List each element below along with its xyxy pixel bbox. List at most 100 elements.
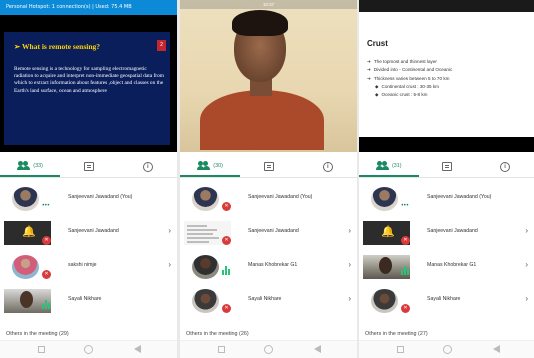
avatar: ✕ [363, 289, 410, 313]
audio-level-icon [401, 265, 410, 275]
status-bar [359, 0, 534, 12]
mic-muted-icon: ✕ [222, 202, 231, 211]
shared-screen[interactable]: ➢ What is remote sensing? 2 Remote sensi… [0, 15, 177, 152]
mic-muted-icon: ✕ [401, 304, 410, 313]
slide-title: ➢ What is remote sensing? [14, 42, 101, 51]
participant-row[interactable]: ••• Sanjeevani Jawadand (You) [359, 185, 534, 213]
tab-people[interactable]: (30) [180, 156, 241, 177]
bullet-item: ➔ The topmost and thinnest layer [367, 59, 437, 64]
chevron-right-icon[interactable]: › [168, 226, 171, 235]
avatar-photo [12, 255, 39, 279]
participant-name: Sanjeevani Jawadand [68, 228, 119, 234]
meeting-screen-3: Crust ➔ The topmost and thinnest layer ➔ D… [359, 0, 534, 358]
participant-row[interactable]: ✕ sakshi nimje › [0, 253, 177, 281]
chevron-right-icon[interactable]: › [525, 294, 528, 303]
android-nav-bar [359, 340, 534, 358]
participant-name: Sanjeevani Jawadand (You) [427, 194, 492, 200]
bell-icon: 🔔 [22, 226, 36, 238]
audio-level-icon [222, 265, 231, 275]
avatar: 🔔 ✕ [363, 221, 410, 245]
avatar [184, 255, 231, 279]
avatar [4, 289, 51, 313]
people-icon [375, 161, 389, 170]
participant-row[interactable]: ✕ Sanjeevani Jawadand (You) [180, 185, 357, 213]
shared-screen[interactable]: Crust ➔ The topmost and thinnest layer ➔ D… [359, 0, 534, 152]
others-in-meeting[interactable]: Others in the meeting (29) [6, 331, 69, 337]
participant-name: Manas Khobrekar G1 [248, 262, 298, 268]
chat-icon [84, 162, 95, 171]
avatar: ✕ [184, 289, 231, 313]
participant-name: Sayali Nikhare [427, 296, 461, 302]
android-nav-bar [0, 340, 177, 358]
others-in-meeting[interactable]: Others in the meeting (27) [365, 331, 428, 337]
mic-muted-icon: ✕ [42, 270, 51, 279]
chevron-right-icon[interactable]: › [525, 226, 528, 235]
mic-muted-icon: ✕ [401, 236, 410, 245]
back-icon[interactable] [493, 345, 500, 353]
meeting-screen-1: Personal Hotspot: 1 connection(s) | Used… [0, 0, 177, 358]
participant-row[interactable]: Sayali Nikhare [0, 287, 177, 315]
status-bar: 10:37 [180, 0, 357, 9]
participant-name: sakshi nimje [68, 262, 97, 268]
back-icon[interactable] [314, 345, 321, 353]
participant-row[interactable]: Manas Khobrekar G1 › [180, 253, 357, 281]
avatar-photo [192, 289, 219, 313]
meeting-screen-2: 10:37 (30) i ✕ Sanjeevani Jawadand (You)… [180, 0, 357, 358]
mic-muted-icon: ✕ [222, 304, 231, 313]
chat-icon [264, 162, 275, 171]
bell-icon: 🔔 [381, 226, 395, 238]
chevron-right-icon[interactable]: › [348, 294, 351, 303]
tab-info[interactable]: i [119, 156, 177, 177]
bullet-item: ➔ Thickness varies between 5 to 70 km [367, 75, 450, 81]
participant-row[interactable]: 🔔 ✕ Sanjeevani Jawadand › [0, 219, 177, 247]
participant-row[interactable]: ✕ Sayali Nikhare › [359, 287, 534, 315]
chevron-right-icon[interactable]: › [168, 260, 171, 269]
participant-name: Sayali Nikhare [248, 296, 282, 302]
tab-chat[interactable] [419, 156, 477, 177]
participant-name: Sanjeevani Jawadand [248, 228, 299, 234]
people-icon [197, 161, 211, 170]
chevron-right-icon[interactable]: › [348, 260, 351, 269]
tab-info[interactable]: i [299, 156, 357, 177]
participant-row[interactable]: 🔔 ✕ Sanjeevani Jawadand › [359, 219, 534, 247]
sub-bullet-item: ◆ Continental crust : 30-35 km [375, 83, 439, 89]
people-count: (31) [391, 162, 402, 169]
hotspot-status-text: Personal Hotspot: 1 connection(s) | Used… [6, 4, 132, 10]
participant-row[interactable]: ✕ Sanjeevani Jawadand › [180, 219, 357, 247]
others-in-meeting[interactable]: Others in the meeting (26) [186, 331, 249, 337]
participant-row[interactable]: ••• Sanjeevani Jawadand (You) [0, 185, 177, 213]
info-icon: i [500, 161, 511, 172]
tab-chat[interactable] [240, 156, 298, 177]
info-icon: i [142, 161, 153, 172]
avatar: ••• [363, 187, 410, 211]
avatar: ••• [4, 187, 51, 211]
avatar-photo [371, 187, 398, 211]
participant-row[interactable]: Manas Khobrekar G1 › [359, 253, 534, 281]
back-icon[interactable] [134, 345, 141, 353]
tab-chat[interactable] [60, 156, 118, 177]
recents-icon[interactable] [397, 346, 404, 353]
home-icon[interactable] [264, 345, 273, 354]
recents-icon[interactable] [218, 346, 225, 353]
chevron-right-icon[interactable]: › [525, 260, 528, 269]
participant-name: Sayali Nikhare [68, 296, 102, 302]
tab-people[interactable]: (31) [359, 156, 419, 177]
home-icon[interactable] [84, 345, 93, 354]
participant-row[interactable]: ✕ Sayali Nikhare › [180, 287, 357, 315]
tab-info[interactable]: i [476, 156, 534, 177]
avatar [363, 255, 410, 279]
avatar-photo [192, 255, 219, 279]
chat-icon [442, 162, 453, 171]
recents-icon[interactable] [38, 346, 45, 353]
mic-muted-icon: ✕ [222, 236, 231, 245]
sub-bullet-item: ◆ Oceanic crust : 5-8 km [375, 92, 428, 98]
avatar: ✕ [4, 255, 51, 279]
home-icon[interactable] [443, 345, 452, 354]
slide-body: Remote sensing is a technology for sampl… [14, 66, 164, 94]
chevron-right-icon[interactable]: › [348, 226, 351, 235]
participant-name: Sanjeevani Jawadand (You) [68, 194, 133, 200]
slide-bullets: ➔ The topmost and thinnest layer ➔ Divided… [367, 58, 452, 99]
tab-people[interactable]: (33) [0, 156, 61, 177]
main-video[interactable]: 10:37 [180, 0, 357, 152]
avatar-photo [371, 289, 398, 313]
